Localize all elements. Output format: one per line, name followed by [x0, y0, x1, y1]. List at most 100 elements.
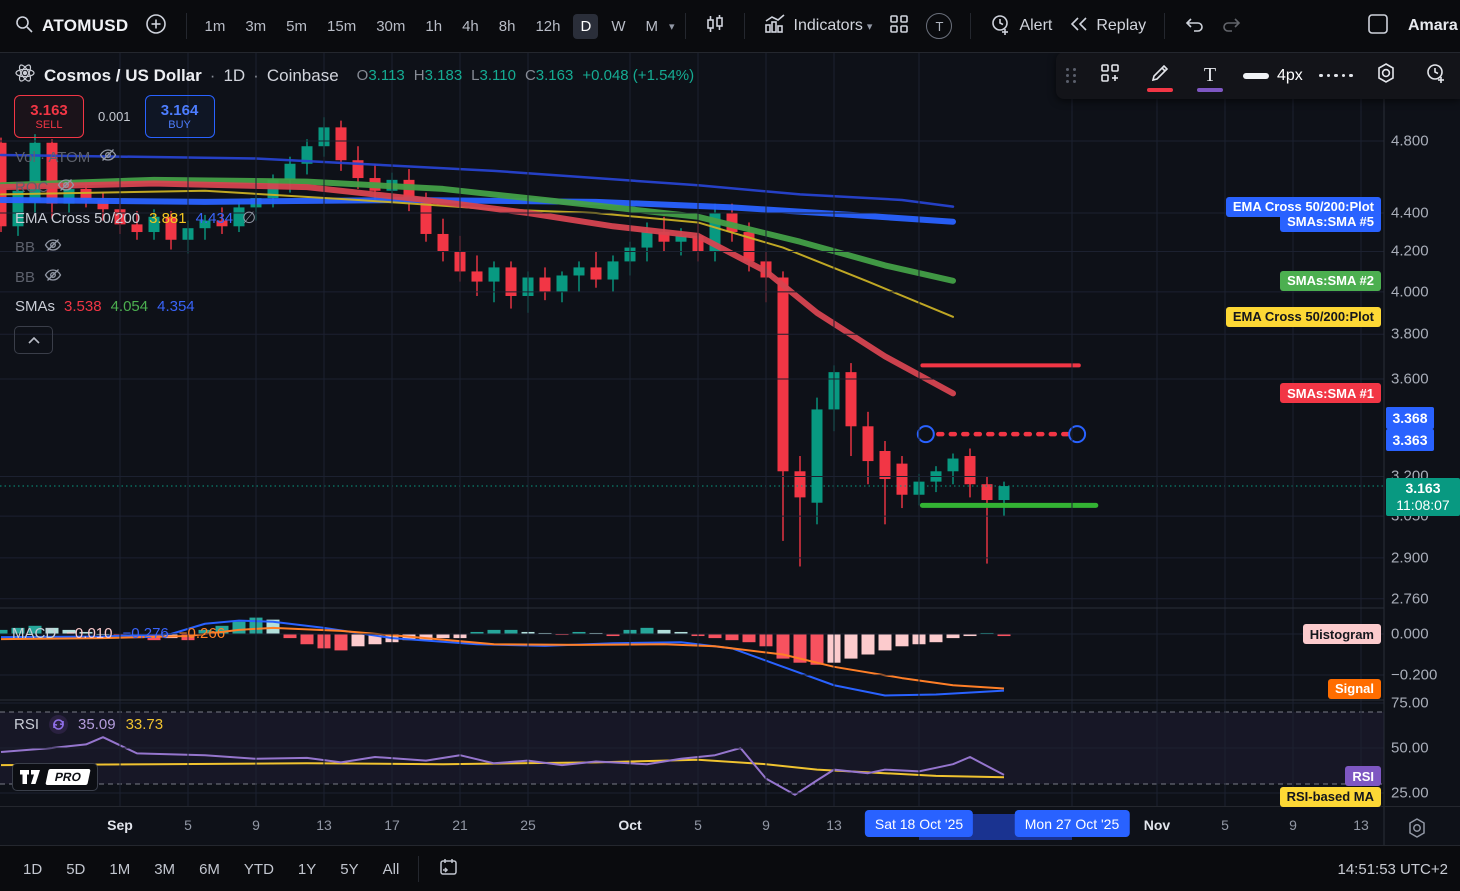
- price-scale-label[interactable]: 4.200: [1391, 243, 1429, 260]
- add-alert-button[interactable]: [1419, 59, 1453, 93]
- timeframe-button-4h[interactable]: 4h: [455, 14, 486, 39]
- time-axis[interactable]: Sep 5 9 13 17 21 25 Oct 5 9 13 Nov 5 9 13 Sat 18 Oct '2…: [0, 806, 1460, 846]
- price-scale-label[interactable]: 3.600: [1391, 371, 1429, 388]
- timeframe-button-W[interactable]: W: [604, 14, 632, 39]
- timeframe-button-5m[interactable]: 5m: [279, 14, 314, 39]
- indicator-axis-badge[interactable]: SMAs:SMA #1: [1280, 383, 1381, 404]
- eye-off-icon[interactable]: [99, 148, 117, 166]
- rsi-legend[interactable]: RSI 35.09 33.73: [14, 715, 163, 734]
- line-style-button[interactable]: [1319, 59, 1353, 93]
- timezone-settings-button[interactable]: [1405, 816, 1429, 845]
- redo-button[interactable]: [1213, 8, 1251, 44]
- rsi-based-ma-axis-badge[interactable]: RSI-based MA: [1279, 786, 1381, 807]
- compare-add-button[interactable]: [136, 8, 176, 44]
- time-tick-nov: Nov: [1143, 817, 1171, 833]
- date-range-badge[interactable]: Sat 18 Oct '25: [864, 810, 974, 837]
- pencil-icon: [1149, 62, 1171, 89]
- undo-button[interactable]: [1175, 8, 1213, 44]
- symbol-search-button[interactable]: ATOMUSD: [6, 8, 136, 44]
- range-button-5y[interactable]: 5Y: [331, 857, 367, 882]
- buy-button[interactable]: 3.164 BUY: [144, 95, 215, 138]
- timeframe-button-12h[interactable]: 12h: [528, 14, 567, 39]
- draw-color-button[interactable]: [1143, 59, 1177, 93]
- rsi-axis-badge[interactable]: RSI: [1345, 766, 1381, 787]
- timeframe-button-30m[interactable]: 30m: [369, 14, 412, 39]
- legend-row-roc[interactable]: ROC: [15, 178, 75, 196]
- time-tick-9: 9: [1289, 817, 1297, 833]
- range-button-all[interactable]: All: [374, 857, 409, 882]
- timeframe-button-3m[interactable]: 3m: [238, 14, 273, 39]
- macd-legend[interactable]: MACD −0.010 −0.276 −0.266: [12, 625, 225, 642]
- indicator-axis-badge[interactable]: EMA Cross 50/200:Plot: [1225, 306, 1381, 327]
- timeframe-button-D[interactable]: D: [573, 13, 599, 39]
- rsi-scale-label[interactable]: 25.00: [1391, 785, 1429, 802]
- timeframe-button-1h[interactable]: 1h: [418, 14, 449, 39]
- price-scale-label[interactable]: 3.800: [1391, 326, 1429, 343]
- eye-off-icon[interactable]: [44, 268, 62, 286]
- text-color-button[interactable]: T: [1193, 59, 1227, 93]
- clock-label[interactable]: 14:51:53 UTC+2: [1338, 861, 1449, 878]
- legend-row-smas[interactable]: SMAs 3.538 4.054 4.354: [15, 298, 195, 315]
- range-button-3m[interactable]: 3M: [145, 857, 184, 882]
- interval-label[interactable]: 1D: [223, 66, 245, 86]
- range-list: 1D 5D 1M 3M 6M YTD 1Y 5Y All: [14, 857, 408, 882]
- price-scale-label[interactable]: 4.400: [1391, 205, 1429, 222]
- exchange-label[interactable]: Coinbase: [267, 66, 339, 86]
- go-to-date-button[interactable]: [429, 851, 467, 887]
- price-scale-label[interactable]: 4.800: [1391, 133, 1429, 150]
- timeframe-button-15m[interactable]: 15m: [320, 14, 363, 39]
- save-layout-button[interactable]: [1358, 8, 1398, 44]
- range-button-6m[interactable]: 6M: [190, 857, 229, 882]
- collapse-legend-button[interactable]: [14, 326, 53, 354]
- timeframe-button-1m[interactable]: 1m: [197, 14, 232, 39]
- legend-row-volume[interactable]: Vol · ATOM: [15, 148, 117, 166]
- replay-button[interactable]: Replay: [1060, 8, 1154, 44]
- indicator-axis-badge[interactable]: SMAs:SMA #5: [1280, 211, 1381, 232]
- refresh-icon[interactable]: [49, 715, 69, 734]
- timeframe-button-M[interactable]: M: [639, 14, 666, 39]
- price-scale-label[interactable]: 2.760: [1391, 590, 1429, 607]
- chart-style-button[interactable]: [696, 8, 734, 44]
- chart-canvas[interactable]: [0, 0, 1460, 891]
- legend-row-bb2[interactable]: BB: [15, 268, 62, 286]
- sma5-value: 4.354: [157, 298, 195, 315]
- range-button-5d[interactable]: 5D: [57, 857, 94, 882]
- eye-off-icon[interactable]: [57, 178, 75, 196]
- alert-button[interactable]: Alert: [981, 8, 1060, 44]
- range-button-1d[interactable]: 1D: [14, 857, 51, 882]
- symbol-name[interactable]: Cosmos / US Dollar: [44, 66, 202, 86]
- line-width-button[interactable]: 4px: [1243, 67, 1303, 85]
- settings-button[interactable]: [1369, 59, 1403, 93]
- layout-grid-button[interactable]: [880, 8, 918, 44]
- price-scale-label[interactable]: 2.900: [1391, 549, 1429, 566]
- add-template-button[interactable]: [1093, 59, 1127, 93]
- timeframe-button-8h[interactable]: 8h: [492, 14, 523, 39]
- range-button-1y[interactable]: 1Y: [289, 857, 325, 882]
- eye-off-icon[interactable]: [44, 238, 62, 256]
- ema50-value: 3.881: [149, 209, 187, 227]
- macd-scale-label[interactable]: −0.200: [1391, 667, 1437, 684]
- date-range-badge[interactable]: Mon 27 Oct '25: [1014, 810, 1130, 837]
- indicators-button[interactable]: Indicators ▾: [755, 8, 881, 44]
- rsi-scale-label[interactable]: 50.00: [1391, 740, 1429, 757]
- symbol-search-value[interactable]: ATOMUSD: [42, 16, 128, 36]
- signal-axis-badge[interactable]: Signal: [1327, 678, 1381, 699]
- range-button-1m[interactable]: 1M: [100, 857, 139, 882]
- indicators-icon: [763, 13, 787, 40]
- range-button-ytd[interactable]: YTD: [235, 857, 283, 882]
- histogram-axis-badge[interactable]: Histogram: [1302, 624, 1381, 644]
- chevron-down-icon[interactable]: ▾: [669, 20, 675, 33]
- macd-scale-label[interactable]: 0.000: [1391, 626, 1429, 643]
- layout-name[interactable]: Amara: [1408, 17, 1460, 35]
- rsi-scale-label[interactable]: 75.00: [1391, 695, 1429, 712]
- tradingview-logo[interactable]: PRO: [12, 763, 99, 791]
- chevron-down-icon: ▾: [866, 20, 873, 33]
- indicator-axis-badge[interactable]: SMAs:SMA #2: [1280, 270, 1381, 291]
- templates-button[interactable]: T: [918, 8, 960, 44]
- drag-handle[interactable]: [1066, 68, 1077, 83]
- legend-row-ema-cross[interactable]: EMA Cross 50/200 3.881 4.434 ∅: [15, 208, 256, 228]
- time-tick-9: 9: [252, 817, 260, 833]
- legend-row-bb1[interactable]: BB: [15, 238, 62, 256]
- price-scale-label[interactable]: 4.000: [1391, 283, 1429, 300]
- sell-button[interactable]: 3.163 SELL: [14, 95, 84, 138]
